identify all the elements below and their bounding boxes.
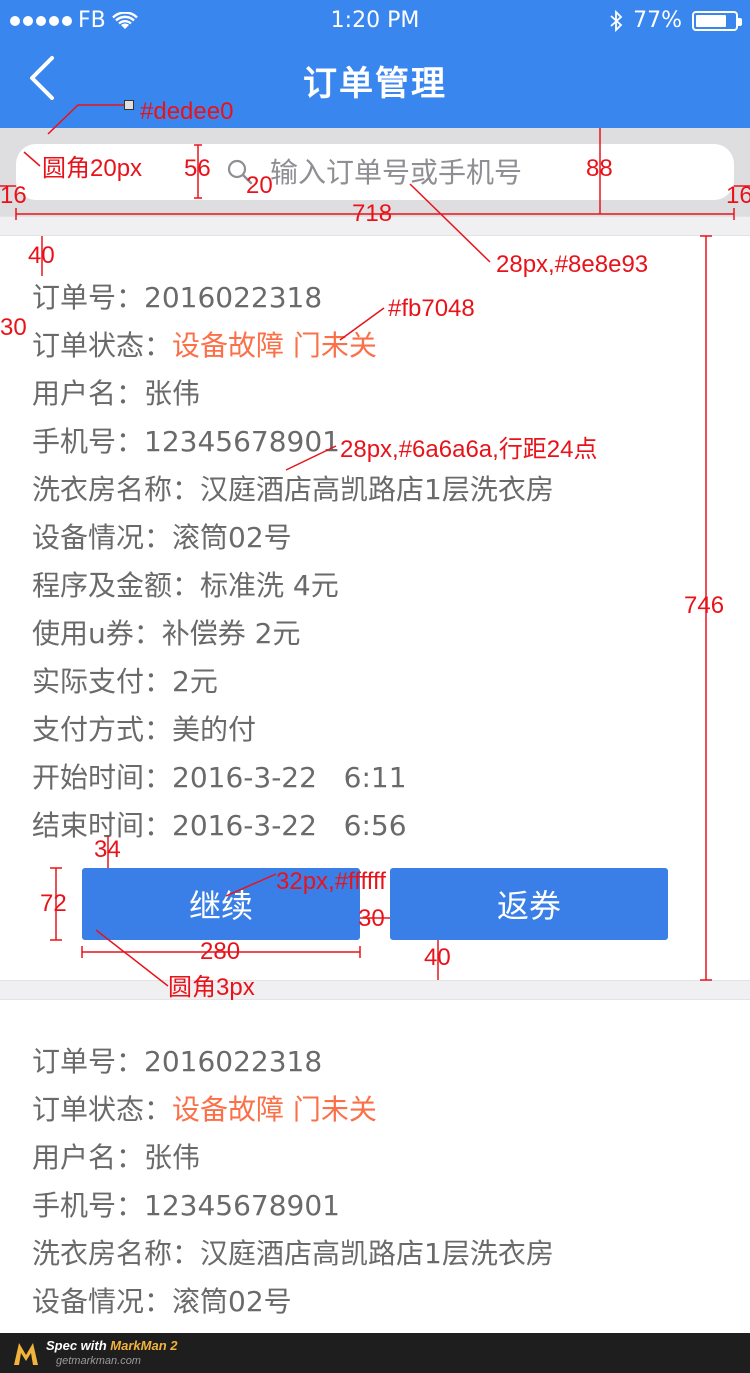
laundry-name-value: 汉庭酒店高凯路店1层洗衣房 (200, 473, 554, 506)
end-time-row: 结束时间：2016-3-22 6:56 (32, 804, 407, 844)
device-label: 设备情况： (32, 521, 173, 554)
battery-icon (692, 10, 742, 31)
laundry-name-row: 洗衣房名称：汉庭酒店高凯路店1层洗衣房 (32, 1232, 554, 1272)
device-value: 滚筒02号 (172, 521, 292, 554)
paid-value: 2元 (172, 665, 218, 698)
nav-bar: 订单管理 (0, 40, 750, 128)
markman-logo-icon (14, 1343, 38, 1365)
program-amount-value: 标准洗 4元 (200, 569, 339, 602)
watermark-text: Spec with MarkMan 2 (46, 1338, 178, 1353)
bluetooth-icon (610, 9, 623, 32)
phone-value: 12345678901 (144, 1189, 340, 1222)
phone-row: 手机号：12345678901 (32, 1184, 340, 1224)
username-row: 用户名：张伟 (32, 1136, 200, 1176)
annotation: 746 (684, 592, 725, 619)
device-row: 设备情况：滚筒02号 (32, 1280, 292, 1320)
phone-row: 手机号：12345678901 (32, 420, 340, 460)
start-time-value: 2016-3-22 6:11 (172, 761, 407, 794)
order-no-value: 2016022318 (144, 1045, 323, 1078)
annotation: 16 (726, 182, 750, 209)
coupon-row: 使用u券：补偿券 2元 (32, 612, 300, 652)
phone-value: 12345678901 (144, 425, 340, 458)
start-time-row: 开始时间：2016-3-22 6:11 (32, 756, 407, 796)
order-status-value: 设备故障 门未关 (172, 329, 377, 362)
annotation: 圆角20px (42, 155, 143, 182)
order-status-value: 设备故障 门未关 (172, 1093, 377, 1126)
annotation: 40 (28, 242, 55, 269)
order-no-row: 订单号：2016022318 (32, 276, 322, 316)
battery-percent: 77% (633, 8, 682, 33)
device-label: 设备情况： (32, 1285, 173, 1318)
status-right: 77% (609, 8, 742, 33)
order-no-row: 订单号：2016022318 (32, 1040, 322, 1080)
annotation: 圆角3px (168, 974, 255, 1001)
annotation: 34 (94, 836, 121, 863)
username-label: 用户名： (32, 377, 145, 410)
search-input[interactable] (270, 144, 710, 200)
device-value: 滚筒02号 (172, 1285, 292, 1318)
order-card: 订单号：2016022318 订单状态：设备故障 门未关 用户名：张伟 手机号：… (0, 1000, 750, 1333)
annotation: 88 (586, 155, 613, 182)
annotation: 32px,#ffffff (276, 868, 386, 895)
page-title: 订单管理 (303, 64, 447, 104)
annotation: 28px,#8e8e93 (496, 251, 649, 278)
start-time-label: 开始时间： (32, 761, 173, 794)
annotation: 40 (424, 944, 451, 971)
order-no-label: 订单号： (32, 281, 145, 314)
annotation: 20 (246, 172, 273, 199)
device-row: 设备情况：滚筒02号 (32, 516, 292, 556)
annotation: 56 (184, 155, 211, 182)
pay-method-value: 美的付 (172, 713, 257, 746)
annotation: 28px,#6a6a6a,行距24点 (340, 436, 598, 463)
markman-watermark: Spec with MarkMan 2 getmarkman.com (0, 1333, 750, 1373)
order-status-label: 订单状态： (32, 329, 173, 362)
refund-coupon-button[interactable]: 返券 (390, 868, 668, 940)
section-gap (0, 980, 750, 1000)
order-no-value: 2016022318 (144, 281, 323, 314)
laundry-name-row: 洗衣房名称：汉庭酒店高凯路店1层洗衣房 (32, 468, 554, 508)
pay-method-row: 支付方式：美的付 (32, 708, 256, 748)
username-label: 用户名： (32, 1141, 145, 1174)
annotation: #dedee0 (140, 98, 234, 125)
username-value: 张伟 (144, 1141, 201, 1174)
order-no-label: 订单号： (32, 1045, 145, 1078)
phone-label: 手机号： (32, 1189, 145, 1222)
username-value: 张伟 (144, 377, 201, 410)
program-amount-label: 程序及金额： (32, 569, 201, 602)
order-status-row: 订单状态：设备故障 门未关 (32, 324, 377, 364)
end-time-value: 2016-3-22 6:56 (172, 809, 407, 842)
username-row: 用户名：张伟 (32, 372, 200, 412)
paid-row: 实际支付：2元 (32, 660, 218, 700)
annotation: 718 (352, 200, 393, 227)
order-status-row: 订单状态：设备故障 门未关 (32, 1088, 377, 1128)
top-bar: FB 1:20 PM 77% 订单管理 (0, 0, 750, 128)
watermark-site: getmarkman.com (56, 1355, 141, 1367)
phone-label: 手机号： (32, 425, 145, 458)
annotation: 30 (358, 905, 385, 932)
coupon-label: 使用u券： (32, 617, 162, 650)
order-management-screen: FB 1:20 PM 77% 订单管理 输入订单号或手机号 订单号：201602… (0, 0, 750, 1373)
program-amount-row: 程序及金额：标准洗 4元 (32, 564, 339, 604)
status-bar: FB 1:20 PM 77% (0, 0, 750, 40)
laundry-name-value: 汉庭酒店高凯路店1层洗衣房 (200, 1237, 554, 1270)
coupon-value: 补偿券 2元 (161, 617, 301, 650)
laundry-name-label: 洗衣房名称： (32, 1237, 201, 1270)
annotation: 30 (0, 314, 27, 341)
annotation: 16 (0, 182, 27, 209)
order-status-label: 订单状态： (32, 1093, 173, 1126)
annotation: 72 (40, 890, 67, 917)
paid-label: 实际支付： (32, 665, 173, 698)
annotation: #fb7048 (388, 295, 475, 322)
annotation: 280 (200, 938, 241, 965)
laundry-name-label: 洗衣房名称： (32, 473, 201, 506)
color-swatch (124, 100, 134, 110)
pay-method-label: 支付方式： (32, 713, 173, 746)
